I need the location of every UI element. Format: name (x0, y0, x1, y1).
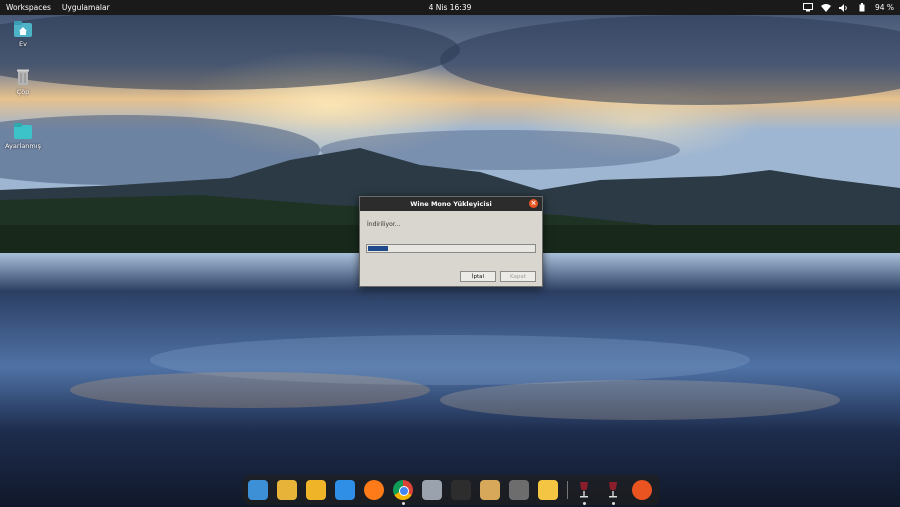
workspaces-button[interactable]: Workspaces (6, 3, 51, 12)
display-icon[interactable] (802, 3, 813, 13)
dialog-title: Wine Mono Yükleyicisi (410, 200, 492, 208)
app-grid-icon[interactable] (306, 480, 326, 500)
chrome-icon[interactable] (393, 480, 413, 500)
vscode-icon[interactable] (335, 480, 355, 500)
folder-icon (13, 122, 33, 140)
files-icon[interactable] (422, 480, 442, 500)
battery-icon[interactable] (857, 3, 867, 13)
chrome-center (399, 486, 409, 496)
cancel-button[interactable]: İptal (460, 271, 496, 282)
desktop-icon-home[interactable]: Ev (3, 20, 43, 48)
running-indicator (582, 502, 586, 505)
desktop-icon-trash[interactable]: Çöp (3, 68, 43, 96)
settings-icon[interactable] (509, 480, 529, 500)
top-panel: Workspaces Uygulamalar 4 Nis 16:39 94 % (0, 0, 900, 15)
close-button[interactable]: Kapat (500, 271, 536, 282)
volume-icon[interactable] (838, 3, 849, 13)
search-app-icon[interactable] (248, 480, 268, 500)
ubuntu-icon[interactable] (632, 480, 652, 500)
progress-fill (368, 246, 388, 251)
wine-mono-installer-dialog: Wine Mono Yükleyicisi × İndiriliyor... İ… (359, 196, 543, 287)
wifi-icon[interactable] (820, 3, 831, 13)
dock (243, 475, 660, 505)
desktop-icon-label: Çöp (16, 88, 30, 96)
running-indicator (401, 502, 405, 505)
trash-icon (13, 68, 33, 86)
desktop-icon-folder[interactable]: Ayarlanmış (3, 122, 43, 150)
running-indicator (611, 502, 615, 505)
download-progress-bar (366, 244, 536, 253)
applications-menu-button[interactable]: Uygulamalar (62, 3, 110, 12)
close-icon[interactable]: × (529, 199, 538, 208)
dialog-titlebar[interactable]: Wine Mono Yükleyicisi × (360, 197, 542, 211)
desktop-icon-label: Ayarlanmış (5, 142, 41, 150)
software-center-icon[interactable] (277, 480, 297, 500)
wine-installer-icon[interactable] (603, 480, 623, 500)
desktop-icon-label: Ev (19, 40, 27, 48)
battery-percentage[interactable]: 94 % (875, 3, 894, 12)
wine-icon[interactable] (574, 480, 594, 500)
notes-icon[interactable] (538, 480, 558, 500)
firefox-icon[interactable] (364, 480, 384, 500)
terminal-icon[interactable] (451, 480, 471, 500)
clock[interactable]: 4 Nis 16:39 (429, 3, 472, 12)
home-folder-icon (13, 20, 33, 38)
archive-manager-icon[interactable] (480, 480, 500, 500)
dock-separator (567, 481, 568, 499)
download-status: İndiriliyor... (367, 221, 401, 228)
